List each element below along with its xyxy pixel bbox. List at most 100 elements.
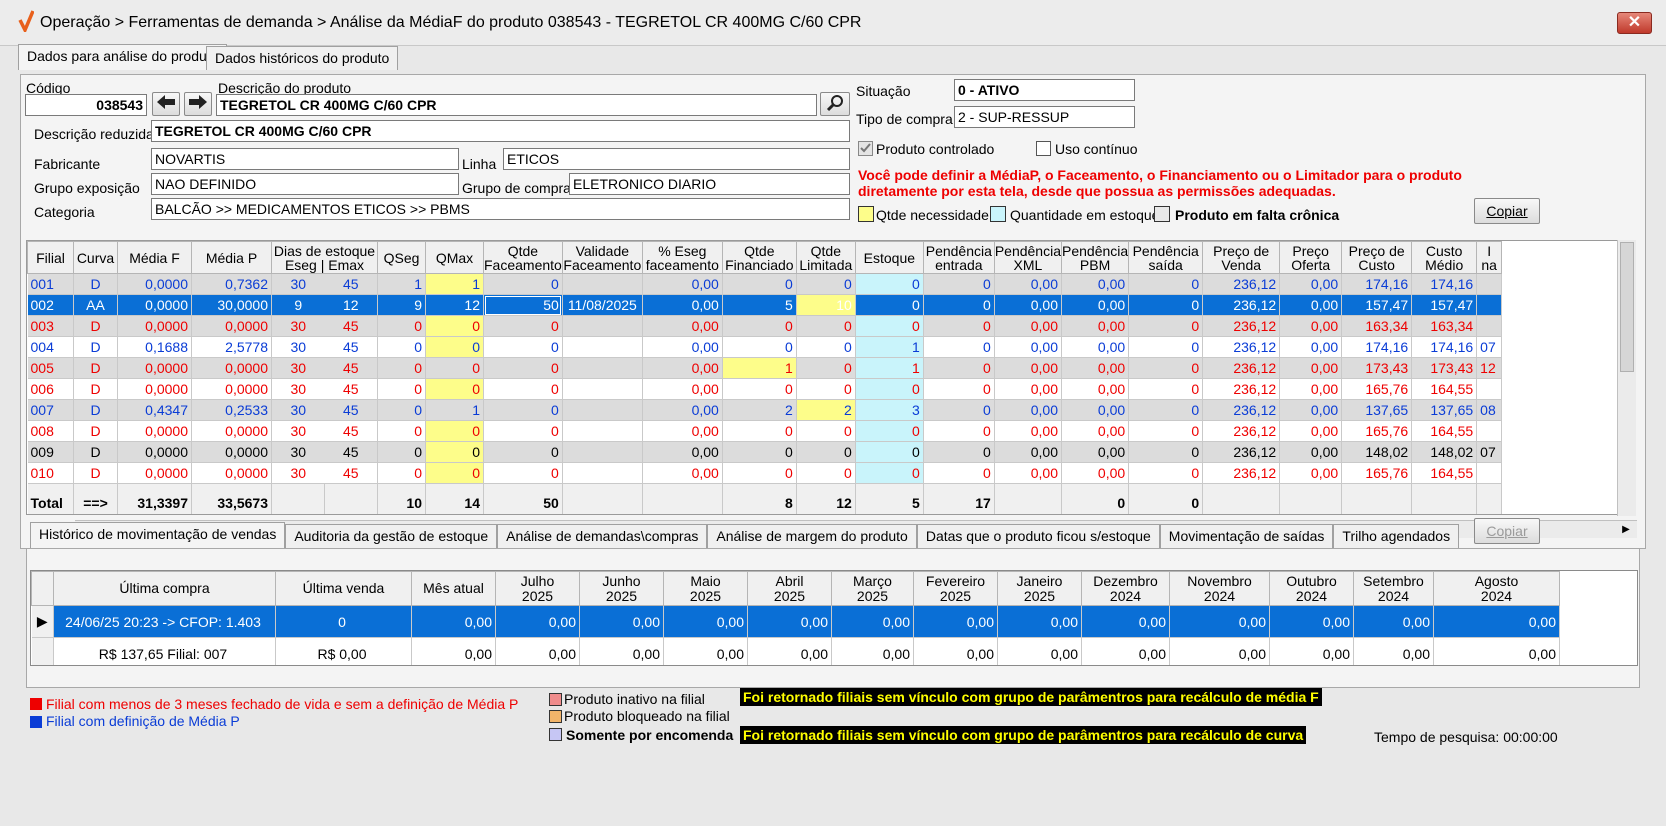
tab-datas-sem-estoque[interactable]: Datas que o produto ficou s/estoque [916, 524, 1160, 548]
cell-estoque[interactable]: 0 [855, 378, 924, 400]
col-qtde-financiado[interactable]: Qtde Financiado [721, 241, 797, 274]
tab-analise-margem[interactable]: Análise de margem do produto [707, 524, 917, 548]
cell-qtde-limitada[interactable]: 0 [796, 378, 856, 400]
cell-qtde-financiado[interactable]: 0 [722, 378, 797, 400]
cell-qtde-faceamento[interactable]: 0 [483, 273, 563, 295]
cell-preco-custo[interactable]: 157,47 [1341, 294, 1413, 316]
produto-controlado-checkbox[interactable] [858, 141, 873, 156]
cell-marco-2025[interactable]: 0,00 [831, 637, 914, 665]
cell-dezembro-2024[interactable]: 0,00 [1081, 637, 1170, 665]
cell-preco-venda[interactable]: 236,12 [1202, 399, 1281, 421]
col-filial[interactable]: Filial [27, 241, 74, 274]
cell-pct-eseg[interactable]: 0,00 [642, 441, 723, 463]
cell-extra[interactable]: 07 [1476, 441, 1503, 463]
cell-qtde-faceamento[interactable]: 0 [483, 399, 563, 421]
cell-qmax[interactable]: 1 [425, 273, 484, 295]
cell-janeiro-2025[interactable]: 0,00 [997, 637, 1082, 665]
cell-setembro-2024[interactable]: 0,00 [1353, 605, 1434, 638]
cell-media-p[interactable]: 0,0000 [191, 420, 272, 442]
cell-preco-custo[interactable]: 148,02 [1341, 441, 1413, 463]
cell-media-p[interactable]: 30,0000 [191, 294, 272, 316]
cell-qtde-financiado[interactable]: 0 [722, 336, 797, 358]
cell-ultima-venda[interactable]: 0 [275, 605, 412, 638]
cell-validade-faceamento[interactable] [562, 273, 643, 295]
cell-validade-faceamento[interactable] [562, 378, 643, 400]
grid-row[interactable]: 007 D 0,4347 0,2533 30 45 0 1 0 0,00 2 2 3 0 0,00 0,00 0… [27, 399, 1503, 421]
cell-filial[interactable]: 007 [27, 399, 74, 421]
cell-extra[interactable] [1476, 315, 1503, 337]
cell-qtde-limitada[interactable]: 0 [796, 336, 856, 358]
cell-eseg[interactable]: 30 [271, 462, 325, 484]
cell-qtde-limitada[interactable]: 0 [796, 315, 856, 337]
cell-preco-oferta[interactable]: 0,00 [1279, 378, 1343, 400]
cell-preco-custo[interactable]: 165,76 [1341, 420, 1413, 442]
cell-custo-medio[interactable]: 174,16 [1411, 273, 1478, 295]
cell-pendencia-xml[interactable]: 0,00 [994, 273, 1063, 295]
cell-pendencia-pbm[interactable]: 0,00 [1061, 315, 1130, 337]
uso-continuo-checkbox[interactable] [1036, 141, 1051, 156]
cell-qtde-faceamento[interactable]: 0 [483, 462, 563, 484]
search-button[interactable] [820, 92, 850, 116]
cell-pendencia-saida[interactable]: 0 [1128, 420, 1204, 442]
grid-row[interactable]: 005 D 0,0000 0,0000 30 45 0 0 0 0,00 1 0 1 0 0,00 0,00 0… [27, 357, 1503, 379]
cell-qseg[interactable]: 0 [377, 357, 426, 379]
grid-vertical-scrollbar[interactable] [1617, 240, 1636, 516]
col-maio-2025[interactable]: Maio 2025 [663, 571, 748, 606]
cell-qmax[interactable]: 0 [425, 462, 484, 484]
cell-pct-eseg[interactable]: 0,00 [642, 399, 723, 421]
codigo-field[interactable]: 038543 [25, 94, 147, 116]
cell-pct-eseg[interactable]: 0,00 [642, 336, 723, 358]
cell-julho-2025[interactable]: 0,00 [495, 637, 580, 665]
cell-preco-custo[interactable]: 137,65 [1341, 399, 1413, 421]
cell-extra[interactable]: 12 [1476, 357, 1503, 379]
cell-validade-faceamento[interactable] [562, 462, 643, 484]
cell-preco-venda[interactable]: 236,12 [1202, 273, 1281, 295]
cell-qtde-faceamento[interactable]: 50 [483, 294, 563, 316]
col-pendencia-saida[interactable]: Pendência saída [1128, 241, 1204, 274]
cell-preco-oferta[interactable]: 0,00 [1279, 315, 1343, 337]
cell-pendencia-xml[interactable]: 0,00 [994, 441, 1063, 463]
cell-emax[interactable]: 45 [324, 273, 378, 295]
cell-pendencia-pbm[interactable]: 0,00 [1061, 378, 1130, 400]
tab-dados-historicos[interactable]: Dados históricos do produto [206, 46, 399, 70]
col-setembro-2024[interactable]: Setembro 2024 [1353, 571, 1434, 606]
col-qtde-faceamento[interactable]: Qtde Faceamento [483, 241, 563, 274]
cell-pendencia-entrada[interactable]: 0 [923, 336, 995, 358]
cell-emax[interactable]: 12 [324, 294, 378, 316]
cell-preco-venda[interactable]: 236,12 [1202, 441, 1281, 463]
cell-eseg[interactable]: 30 [271, 315, 325, 337]
cell-preco-oferta[interactable]: 0,00 [1279, 357, 1343, 379]
col-ultima-venda[interactable]: Última venda [275, 571, 412, 606]
cell-pct-eseg[interactable]: 0,00 [642, 273, 723, 295]
cell-mes-atual[interactable]: 0,00 [411, 605, 496, 638]
cell-media-f[interactable]: 0,0000 [117, 378, 192, 400]
cell-qtde-financiado[interactable]: 5 [722, 294, 797, 316]
cell-estoque[interactable]: 1 [855, 357, 924, 379]
cell-emax[interactable]: 45 [324, 336, 378, 358]
cell-media-f[interactable]: 0,0000 [117, 273, 192, 295]
cell-extra[interactable]: 07 [1476, 336, 1503, 358]
col-pendencia-pbm[interactable]: Pendência PBM [1060, 241, 1130, 274]
cell-pendencia-saida[interactable]: 0 [1128, 441, 1204, 463]
col-qseg[interactable]: QSeg [377, 241, 426, 274]
cell-qseg[interactable]: 0 [377, 378, 426, 400]
cell-qmax[interactable]: 0 [425, 378, 484, 400]
cell-extra[interactable] [1476, 462, 1503, 484]
cell-emax[interactable]: 45 [324, 399, 378, 421]
col-qtde-limitada[interactable]: Qtde Limitada [795, 241, 856, 274]
cell-pendencia-pbm[interactable]: 0,00 [1061, 441, 1130, 463]
grupo-compras-field[interactable]: ELETRONICO DIARIO [569, 173, 850, 195]
tab-dados-analise[interactable]: Dados para análise do produto [18, 44, 228, 70]
tab-movimentacao-saidas[interactable]: Movimentação de saídas [1159, 524, 1334, 548]
tab-analise-demandas[interactable]: Análise de demandas\compras [497, 524, 708, 548]
grid-row[interactable]: 001 D 0,0000 0,7362 30 45 1 1 0 0,00 0 0 0 0 0,00 0,00 0… [27, 273, 1503, 295]
cell-emax[interactable]: 45 [324, 315, 378, 337]
cell-filial[interactable]: 005 [27, 357, 74, 379]
cell-qtde-faceamento[interactable]: 0 [483, 357, 563, 379]
cell-abril-2025[interactable]: 0,00 [747, 605, 832, 638]
cell-preco-venda[interactable]: 236,12 [1202, 357, 1281, 379]
cell-qmax[interactable]: 0 [425, 441, 484, 463]
col-janeiro-2025[interactable]: Janeiro 2025 [997, 571, 1082, 606]
cell-pendencia-saida[interactable]: 0 [1128, 273, 1204, 295]
cell-pendencia-xml[interactable]: 0,00 [994, 399, 1063, 421]
